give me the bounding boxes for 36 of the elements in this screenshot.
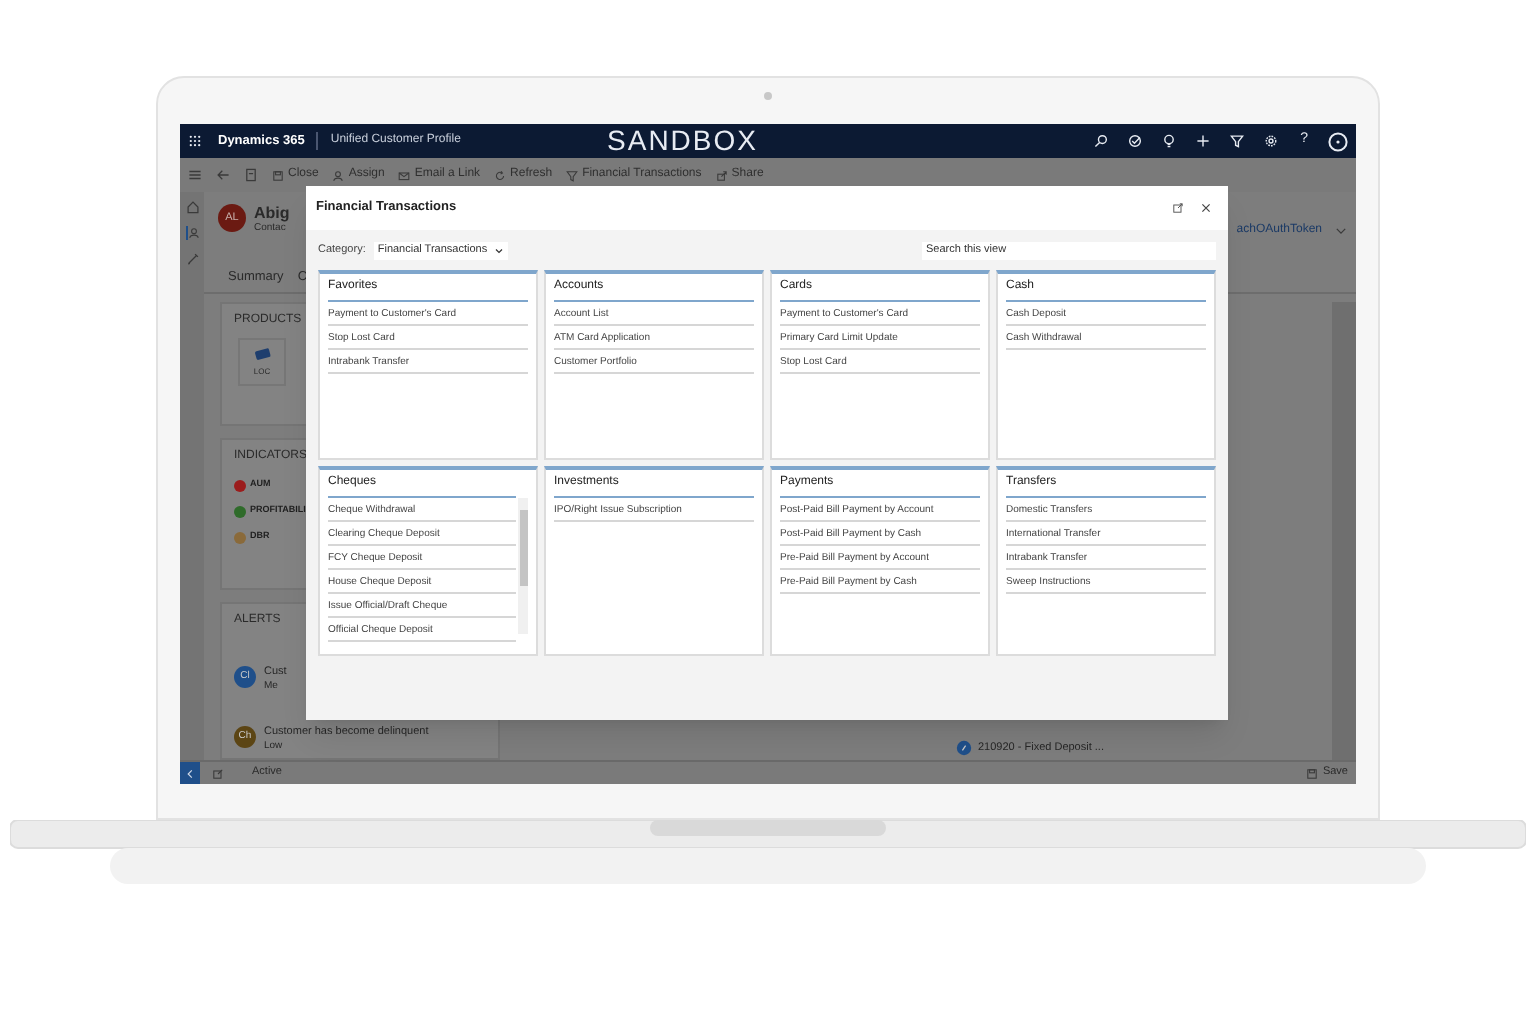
filter-icon	[566, 169, 579, 181]
plus-icon[interactable]	[1196, 134, 1211, 148]
chevron-left-icon	[184, 767, 196, 779]
refresh-icon	[494, 169, 507, 181]
camera-icon	[764, 92, 772, 100]
collapse-button[interactable]	[180, 762, 200, 784]
popout-icon[interactable]	[1172, 202, 1184, 214]
timeline-item-icon	[956, 739, 972, 756]
person-icon[interactable]	[185, 226, 199, 240]
scrollbar-thumb[interactable]	[519, 510, 527, 586]
home-icon[interactable]	[185, 200, 199, 214]
environment-label: SANDBOX	[607, 124, 758, 160]
search-icon[interactable]	[1094, 134, 1109, 148]
scrollbar[interactable]	[1332, 302, 1356, 760]
form-icon[interactable]	[244, 168, 258, 182]
share-icon	[715, 169, 728, 181]
popout-icon[interactable]	[212, 767, 224, 779]
filter-icon[interactable]	[1230, 134, 1245, 148]
record-name: Abig	[254, 204, 290, 222]
person-icon	[332, 169, 345, 181]
chevron-down-icon	[493, 245, 504, 255]
chevron-down-icon[interactable]	[1334, 224, 1348, 238]
save-icon	[272, 169, 284, 181]
user-avatar-icon[interactable]	[1328, 131, 1348, 151]
task-check-icon[interactable]	[1128, 134, 1143, 148]
close-icon[interactable]	[1200, 202, 1212, 214]
settings-icon[interactable]	[1264, 134, 1279, 148]
pencil-icon[interactable]	[185, 252, 199, 266]
scrollbar[interactable]	[518, 498, 528, 634]
mail-icon	[398, 169, 411, 181]
card-icon	[253, 346, 271, 364]
menu-icon[interactable]	[188, 168, 202, 182]
back-arrow-icon[interactable]	[216, 168, 230, 182]
app-launcher-icon[interactable]	[188, 134, 202, 148]
save-icon	[1306, 767, 1319, 779]
lightbulb-icon[interactable]	[1162, 134, 1177, 148]
